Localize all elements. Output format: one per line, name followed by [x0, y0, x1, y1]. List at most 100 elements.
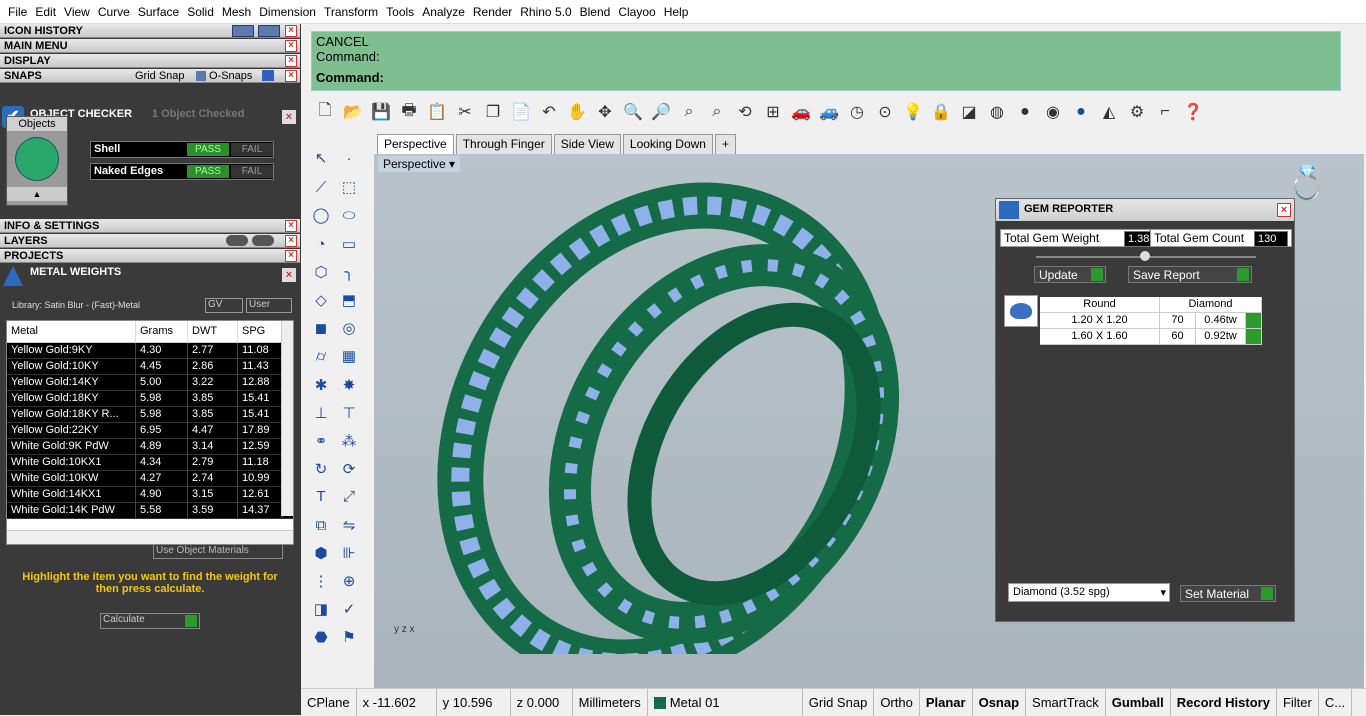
light-cone-icon[interactable]: ◭ — [1097, 100, 1121, 124]
material-icon[interactable]: ⚑ — [335, 623, 363, 651]
close-icon[interactable]: × — [285, 70, 297, 82]
col-spg[interactable]: SPG — [238, 321, 283, 342]
copy-icon[interactable]: ❐ — [481, 100, 505, 124]
print-icon[interactable]: 🖶 — [397, 100, 421, 124]
info-settings-header[interactable]: INFO & SETTINGS × — [0, 219, 300, 233]
user-toggle[interactable]: User — [246, 298, 292, 313]
menu-mesh[interactable]: Mesh — [218, 5, 255, 19]
table-row[interactable]: Yellow Gold:9KY 4.30 2.77 11.08 — [7, 343, 293, 359]
four-viewports-icon[interactable]: ⊞ — [761, 100, 785, 124]
menu-dimension[interactable]: Dimension — [255, 5, 320, 19]
close-icon[interactable]: × — [1277, 203, 1291, 217]
planar-toggle[interactable]: Planar — [920, 688, 973, 716]
cylinder-icon[interactable]: ⌭ — [307, 343, 335, 371]
zoom-window-icon[interactable]: 🔎 — [649, 100, 673, 124]
grid-snap-toggle[interactable]: Grid Snap — [135, 69, 185, 83]
icon-history-header[interactable]: ICON HISTORY × — [0, 24, 300, 38]
menu-file[interactable]: File — [4, 5, 31, 19]
table-row[interactable]: Yellow Gold:10KY 4.45 2.86 11.43 — [7, 359, 293, 375]
play-icon[interactable] — [1246, 329, 1262, 344]
explode-icon[interactable]: ✸ — [335, 371, 363, 399]
gem-row[interactable]: 1.60 X 1.60 60 0.92tw — [1040, 329, 1262, 345]
gem-row[interactable]: 1.20 X 1.20 70 0.46tw — [1040, 313, 1262, 329]
tab-perspective[interactable]: Perspective — [377, 134, 454, 154]
boolean-icon[interactable]: ◎ — [335, 314, 363, 342]
menu-transform[interactable]: Transform — [320, 5, 382, 19]
light-bulb-icon[interactable]: 💡 — [901, 100, 925, 124]
update-button[interactable]: Update — [1034, 266, 1106, 283]
slider-handle[interactable] — [1140, 251, 1150, 261]
diamond-icon[interactable] — [1004, 295, 1038, 327]
scale-icon[interactable]: ⤢ — [335, 483, 363, 511]
projects-header[interactable]: PROJECTS × — [0, 249, 300, 263]
color-wheel-icon[interactable]: ◍ — [985, 100, 1009, 124]
undo-icon[interactable]: ↶ — [537, 100, 561, 124]
save-report-button[interactable]: Save Report — [1128, 266, 1252, 283]
command-area[interactable]: CANCEL Command: Command: — [311, 31, 1341, 91]
set-material-button[interactable]: Set Material — [1180, 585, 1276, 602]
array-icon[interactable]: ⁂ — [335, 427, 363, 455]
current-layer[interactable]: Metal 01 — [648, 688, 803, 716]
table-row[interactable]: White Gold:10KW 4.27 2.74 10.99 — [7, 471, 293, 487]
select-arrow-icon[interactable]: ↖ — [307, 144, 335, 172]
more-toggle[interactable]: C... — [1319, 688, 1353, 716]
clock-icon[interactable]: ◷ — [845, 100, 869, 124]
back-arrow-icon[interactable] — [232, 25, 254, 37]
solid-icon[interactable]: ⬢ — [307, 539, 335, 567]
col-grams[interactable]: Grams — [136, 321, 188, 342]
rotate3d-icon[interactable]: ⟳ — [335, 455, 363, 483]
table-row[interactable]: Yellow Gold:18KY 5.98 3.85 15.41 — [7, 391, 293, 407]
material-select[interactable]: Diamond (3.52 spg) ▾ — [1008, 583, 1170, 602]
table-row[interactable]: White Gold:9K PdW 4.89 3.14 12.59 — [7, 439, 293, 455]
circle-icon[interactable]: ◯ — [307, 201, 335, 229]
col-metal[interactable]: Metal — [7, 321, 136, 342]
rotate-view-icon[interactable]: ⟲ — [733, 100, 757, 124]
tab-through-finger[interactable]: Through Finger — [455, 134, 552, 154]
close-icon[interactable]: × — [285, 55, 297, 67]
smarttrack-toggle[interactable]: SmartTrack — [1026, 688, 1106, 716]
table-row[interactable]: Yellow Gold:14KY 5.00 3.22 12.88 — [7, 375, 293, 391]
horizontal-scrollbar[interactable] — [7, 530, 293, 544]
tab-side-view[interactable]: Side View — [553, 134, 621, 154]
menu-view[interactable]: View — [60, 5, 94, 19]
close-icon[interactable]: × — [285, 220, 297, 232]
display-header[interactable]: DISPLAY × — [0, 54, 300, 68]
polygon-icon[interactable]: ⬡ — [307, 258, 335, 286]
help-icon[interactable]: ❓ — [1181, 100, 1205, 124]
group-icon[interactable]: ⚭ — [307, 427, 335, 455]
checkmark-icon[interactable]: ✓ — [335, 595, 363, 623]
sphere-blue-icon[interactable]: ● — [1069, 100, 1093, 124]
command-prompt[interactable]: Command: — [316, 70, 1336, 85]
zoom-selected-icon[interactable]: ⌕ — [705, 100, 729, 124]
menu-render[interactable]: Render — [469, 5, 516, 19]
menu-surface[interactable]: Surface — [134, 5, 183, 19]
ghost-car-icon[interactable]: 🚙 — [817, 100, 841, 124]
properties-icon[interactable]: 📋 — [425, 100, 449, 124]
add-tab-button[interactable]: + — [714, 134, 736, 154]
main-menu-header[interactable]: MAIN MENU × — [0, 39, 300, 53]
use-object-materials-checkbox[interactable]: Use Object Materials — [153, 544, 283, 559]
curve-tool-icon[interactable]: ⌐ — [1153, 100, 1177, 124]
tab-looking-down[interactable]: Looking Down — [622, 134, 713, 154]
text-icon[interactable]: T — [307, 483, 335, 511]
perspective-viewport[interactable]: Perspective ▾ y z x 💍 GEM REPORTER × Tot… — [374, 154, 1364, 689]
menu-rhino[interactable]: Rhino 5.0 — [516, 5, 575, 19]
mirror-icon[interactable]: ⇋ — [335, 511, 363, 539]
osnap-toggle[interactable]: Osnap — [973, 688, 1027, 716]
new-file-icon[interactable]: 🗋 — [313, 100, 337, 124]
save-icon[interactable]: 💾 — [369, 100, 393, 124]
close-icon[interactable]: × — [285, 250, 297, 262]
open-folder-icon[interactable]: 📂 — [341, 100, 365, 124]
box-icon[interactable]: ◼ — [307, 314, 335, 342]
cplane-label[interactable]: CPlane — [301, 688, 357, 716]
eye-icon[interactable] — [226, 235, 248, 246]
filter-toggle[interactable]: Filter — [1277, 688, 1319, 716]
calculate-button[interactable]: Calculate — [100, 613, 200, 629]
sphere-shaded-icon[interactable]: ◉ — [1041, 100, 1065, 124]
gumball-toggle[interactable]: Gumball — [1106, 688, 1171, 716]
rotate-icon[interactable]: ↻ — [307, 455, 335, 483]
cut-icon[interactable]: ✂ — [453, 100, 477, 124]
pan-hand-icon[interactable]: ✋ — [565, 100, 589, 124]
gear-icon[interactable]: ⚙ — [1125, 100, 1149, 124]
car-icon[interactable]: 🚗 — [789, 100, 813, 124]
